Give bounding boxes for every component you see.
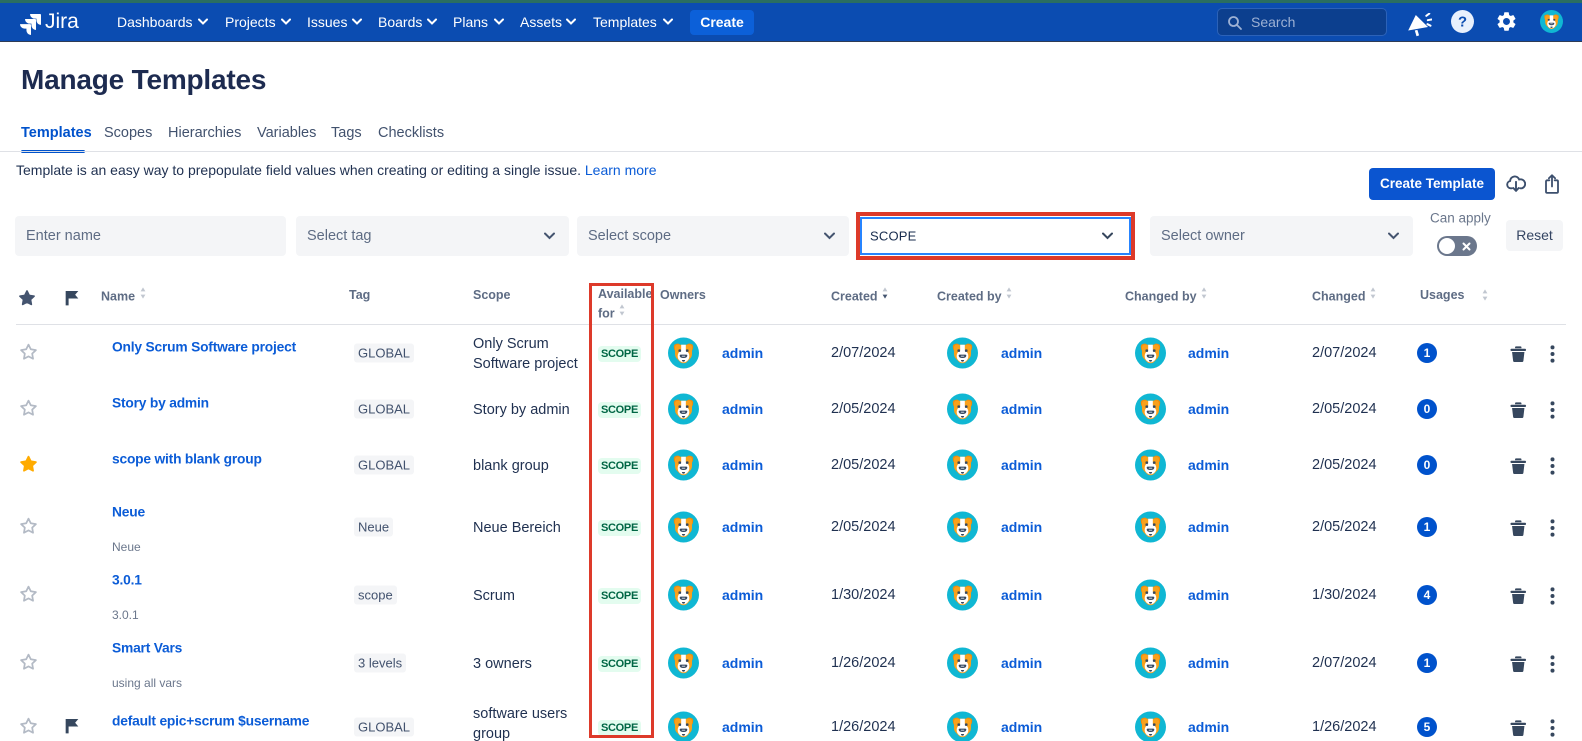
- svg-text:?: ?: [1458, 14, 1467, 30]
